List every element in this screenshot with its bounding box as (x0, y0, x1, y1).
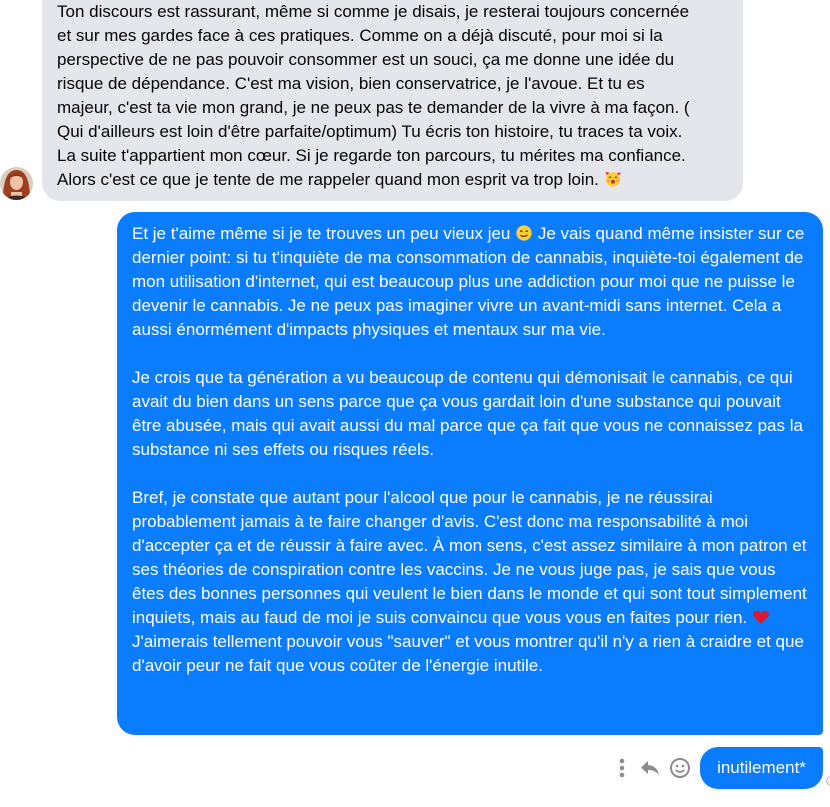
avatar[interactable] (0, 167, 33, 200)
winking-face-icon (516, 225, 532, 241)
message-text: inutilement* (717, 758, 806, 777)
message-line: majeur, c'est ta vie mon grand, je ne pe… (57, 98, 690, 117)
incoming-message-bubble[interactable]: Ton discours est rassurant, même si comm… (42, 0, 743, 201)
message-line: La suite t'appartient mon cœur. Si je re… (57, 146, 686, 165)
message-line: perspective de ne pas pouvoir consommer … (57, 50, 675, 69)
outgoing-correction-bubble[interactable]: inutilement* (700, 747, 823, 789)
more-options-icon[interactable] (610, 756, 634, 780)
avatar-image (0, 167, 33, 200)
outgoing-message-bubble[interactable]: Et je t'aime même si je te trouves un pe… (117, 212, 823, 735)
message-paragraph: Bref, je constate que autant pour l'alco… (132, 486, 809, 678)
message-line: Alors c'est ce que je tente de me rappel… (57, 170, 599, 189)
message-line: Qui d'ailleurs est loin d'être parfaite/… (57, 122, 683, 141)
message-text: Bref, je constate que autant pour l'alco… (132, 488, 807, 627)
react-emoji-icon[interactable] (668, 756, 692, 780)
message-line: et sur mes gardes face à ces pratiques. … (57, 26, 663, 45)
read-receipt-indicator (826, 776, 830, 786)
message-thread: Ton discours est rassurant, même si comm… (0, 0, 830, 807)
message-line: Ton discours est rassurant, même si comm… (57, 2, 690, 21)
message-text: Et je t'aime même si je te trouves un pe… (132, 224, 511, 243)
message-paragraph: Je crois que ta génération a vu beaucoup… (132, 368, 803, 459)
message-paragraph: Et je t'aime même si je te trouves un pe… (132, 222, 809, 342)
message-line: risque de dépendance. C'est ma vision, b… (57, 74, 645, 93)
red-heart-icon (753, 610, 769, 624)
message-text: J'aimerais tellement pouvoir vous "sauve… (132, 632, 804, 675)
smiling-face-with-hearts-icon (605, 172, 621, 187)
reply-icon[interactable] (638, 756, 662, 780)
